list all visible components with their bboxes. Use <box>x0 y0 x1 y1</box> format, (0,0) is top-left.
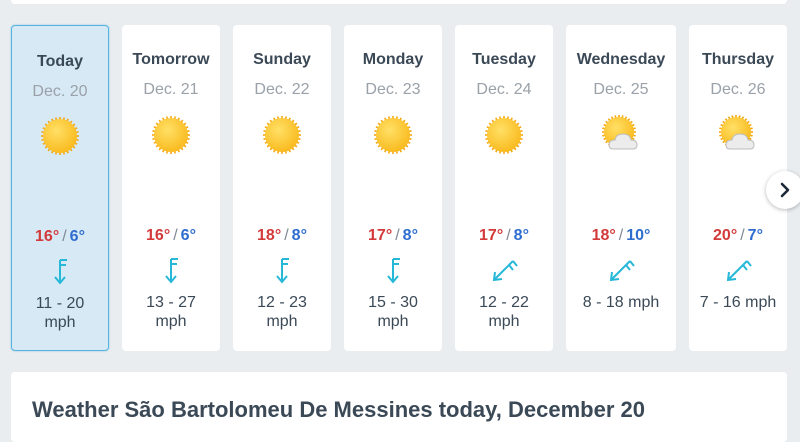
day-name: Today <box>37 53 83 70</box>
day-name: Tomorrow <box>132 51 210 68</box>
today-weather-title: Weather São Bartolomeu De Messines today… <box>32 397 645 422</box>
chevron-right-icon <box>780 182 790 198</box>
sun-icon <box>38 114 82 158</box>
temp-separator: / <box>506 227 511 244</box>
wind-speed: 12 - 23 mph <box>257 294 307 330</box>
sun-icon <box>149 113 193 157</box>
wind-speed: 13 - 27 mph <box>146 294 196 330</box>
temperature-range: 17°/8° <box>455 227 553 245</box>
temperature-range: 16°/6° <box>122 227 220 245</box>
sun-icon <box>482 113 526 157</box>
today-weather-panel: Weather São Bartolomeu De Messines today… <box>11 372 787 442</box>
temp-high: 18° <box>257 227 282 244</box>
next-days-button[interactable] <box>766 171 800 209</box>
temp-low: 10° <box>626 227 651 244</box>
temperature-range: 20°/7° <box>689 227 787 245</box>
day-date: Dec. 22 <box>254 81 310 98</box>
temp-low: 8° <box>402 227 418 244</box>
wind-southwest-icon <box>723 255 753 285</box>
partly-cloudy-icon <box>716 113 760 157</box>
partly-cloudy-icon <box>599 113 643 157</box>
day-date: Dec. 20 <box>32 83 88 100</box>
wind-southwest-icon <box>489 255 519 285</box>
wind-southwest-icon <box>606 255 636 285</box>
temp-high: 16° <box>146 227 171 244</box>
temp-low: 8° <box>291 227 307 244</box>
temp-low: 6° <box>180 227 196 244</box>
wind-speed: 8 - 18 mph <box>582 294 660 311</box>
forecast-day-card-today[interactable]: Today Dec. 20 16°/6° 11 - 20 mph <box>11 25 109 351</box>
temp-high: 17° <box>479 227 504 244</box>
wind-speed: 7 - 16 mph <box>699 294 777 311</box>
forecast-day-card[interactable]: Wednesday Dec. 25 18°/10° 8 - 18 mph <box>566 25 676 351</box>
temp-separator: / <box>618 227 624 244</box>
wind-south-icon <box>45 256 75 286</box>
temperature-range: 16°/6° <box>12 228 108 246</box>
wind-south-icon <box>267 255 297 285</box>
temp-high: 16° <box>35 228 60 245</box>
wind-south-icon <box>156 255 186 285</box>
sun-icon <box>260 113 304 157</box>
wind-speed: 15 - 30 mph <box>368 294 418 330</box>
forecast-day-card[interactable]: Sunday Dec. 22 18°/8° 12 - 23 mph <box>233 25 331 351</box>
temp-low: 7° <box>747 227 763 244</box>
sun-icon <box>371 113 415 157</box>
wind-south-icon <box>378 255 408 285</box>
wind-speed: 12 - 22 mph <box>479 294 529 330</box>
temperature-range: 17°/8° <box>344 227 442 245</box>
day-date: Dec. 21 <box>143 81 199 98</box>
day-name: Monday <box>362 51 424 68</box>
day-date: Dec. 24 <box>476 81 532 98</box>
forecast-day-card[interactable]: Monday Dec. 23 17°/8° 15 - 30 mph <box>344 25 442 351</box>
temp-separator: / <box>395 227 400 244</box>
wind-speed: 11 - 20 mph <box>35 295 85 331</box>
temperature-range: 18°/8° <box>233 227 331 245</box>
day-name: Wednesday <box>576 51 666 68</box>
temp-separator: / <box>62 228 67 245</box>
forecast-day-card[interactable]: Tomorrow Dec. 21 16°/6° 13 - 27 mph <box>122 25 220 351</box>
day-name: Sunday <box>253 51 311 68</box>
temp-high: 17° <box>368 227 393 244</box>
day-date: Dec. 26 <box>710 81 766 98</box>
temp-separator: / <box>284 227 289 244</box>
day-name: Thursday <box>701 51 774 68</box>
day-date: Dec. 23 <box>365 81 421 98</box>
temp-high: 18° <box>591 227 616 244</box>
temp-high: 20° <box>713 227 738 244</box>
day-name: Tuesday <box>472 51 536 68</box>
temp-separator: / <box>173 227 178 244</box>
forecast-day-card[interactable]: Tuesday Dec. 24 17°/8° 12 - 22 mph <box>455 25 553 351</box>
top-panel-edge <box>11 0 787 4</box>
temp-low: 6° <box>69 228 85 245</box>
temperature-range: 18°/10° <box>566 227 676 245</box>
temp-low: 8° <box>513 227 529 244</box>
temp-separator: / <box>740 227 745 244</box>
day-date: Dec. 25 <box>593 81 649 98</box>
